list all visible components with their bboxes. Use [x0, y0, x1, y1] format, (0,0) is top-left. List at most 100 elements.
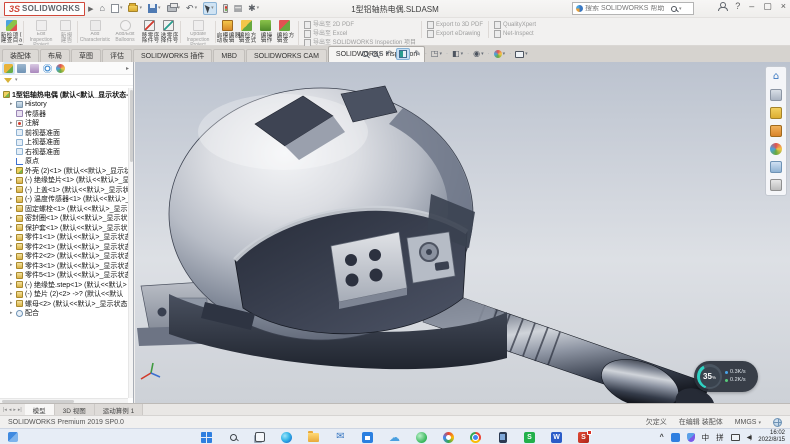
tree-item[interactable]: ▸零件3<1> (默认<<默认>_显示状态	[0, 261, 128, 271]
graphics-area[interactable]: ⌂ 35 % 0.3K/s 0.2K/s	[135, 62, 790, 403]
restore-button[interactable]: ▢	[763, 2, 772, 11]
display-style-icon[interactable]: ◧▾	[452, 50, 463, 58]
browser-360-icon[interactable]	[443, 432, 454, 443]
taskbar-clock[interactable]: 16:02 2022/8/15	[758, 430, 785, 444]
search-dropdown-caret[interactable]: ▾	[679, 6, 682, 12]
tab-mbd[interactable]: MBD	[213, 49, 245, 62]
tray-display-icon[interactable]	[731, 434, 740, 441]
zoom-to-area-icon[interactable]: ▾	[372, 51, 382, 57]
tree-item[interactable]: ▸(-) 绝缘垫.step<1> (默认<<默认>	[0, 280, 128, 290]
propertymanager-tab[interactable]	[17, 64, 26, 73]
qat-rebuild-icon[interactable]	[223, 4, 228, 13]
tab-model[interactable]: 模型	[25, 404, 55, 415]
taskpane-custom-properties-icon[interactable]	[770, 161, 782, 173]
globe-icon[interactable]	[773, 418, 782, 427]
phone-link-icon[interactable]	[497, 432, 508, 443]
ime-indicator[interactable]: 中	[702, 432, 710, 443]
featuremanager-tree-tab[interactable]	[4, 64, 13, 73]
tray-shield-icon[interactable]	[687, 433, 695, 442]
filter-icon[interactable]	[4, 78, 12, 83]
ribbon-edit-inspection-project-button[interactable]: Edit Inspection Project	[26, 19, 56, 45]
tree-item[interactable]: ▸(-) 温度传感器<1> (默认<<默认>_	[0, 195, 128, 205]
qat-select-icon[interactable]: ▾	[203, 2, 217, 15]
app-s-icon[interactable]: S	[524, 432, 535, 443]
units-selector[interactable]: MMGS▾	[735, 419, 761, 426]
widgets-icon[interactable]	[8, 432, 18, 442]
qat-open-icon[interactable]: ▾	[128, 5, 142, 12]
taskpane-view-palette-icon[interactable]	[770, 125, 782, 137]
export-3d-pdf-item[interactable]: Export to 3D PDF	[427, 21, 483, 29]
tab-solidworks-cam[interactable]: SOLIDWORKS CAM	[246, 49, 327, 62]
ribbon-add-characteristic-button[interactable]: Add Characteristic	[80, 19, 110, 45]
tab-sketch[interactable]: 草图	[71, 49, 101, 62]
tree-item[interactable]: 上视基准面	[0, 138, 128, 148]
net-inspect-item[interactable]: Net-Inspect	[494, 30, 536, 38]
section-view-icon[interactable]	[396, 48, 410, 60]
volume-icon[interactable]: ◀)	[747, 434, 752, 441]
model-3d-view[interactable]	[135, 62, 790, 403]
taskpane-design-library-icon[interactable]	[770, 89, 782, 101]
tab-evaluate[interactable]: 评估	[102, 49, 132, 62]
tree-item[interactable]: ▸零件5<1> (默认<<默认>_显示状态	[0, 271, 128, 281]
qat-welcome-icon[interactable]: ⌂	[100, 4, 105, 13]
panel-tab-overflow-icon[interactable]: ▸	[126, 65, 129, 72]
taskpane-home-icon[interactable]: ⌂	[770, 71, 782, 83]
wps-icon[interactable]: W	[551, 432, 562, 443]
tray-app-icon[interactable]	[671, 433, 680, 442]
solidworks-taskbar-icon[interactable]: S	[578, 432, 589, 443]
tree-item-mates[interactable]: ▸配合	[0, 309, 128, 319]
help-search-box[interactable]: ▾	[572, 2, 694, 15]
taskpane-forum-icon[interactable]	[770, 179, 782, 191]
previous-view-icon[interactable]: ↶	[386, 50, 393, 58]
qat-print-icon[interactable]: ▾	[167, 5, 181, 12]
tab-3d-views[interactable]: 3D 视图	[55, 404, 95, 415]
help-button[interactable]: ?	[735, 2, 740, 11]
qat-options-icon[interactable]: ✱▾	[248, 4, 259, 13]
doc-tab-nav-arrows[interactable]: |◂◂▸▸|	[0, 404, 25, 415]
tree-item[interactable]: ▸固定螺栓<1> (默认<<默认>_显示	[0, 204, 128, 214]
qat-save-icon[interactable]: ▾	[148, 4, 161, 13]
microsoft-store-icon[interactable]	[362, 432, 373, 443]
green-app-icon[interactable]	[416, 432, 427, 443]
search-icon[interactable]	[671, 6, 677, 12]
close-button[interactable]: ×	[781, 2, 786, 11]
tree-item[interactable]: ▸保护套<1> (默认<<默认>_显示状	[0, 223, 128, 233]
qualityxpert-item[interactable]: QualityXpert	[494, 21, 536, 29]
tab-motion-study[interactable]: 运动算例 1	[95, 404, 143, 415]
chrome-icon[interactable]	[470, 432, 481, 443]
tab-layout[interactable]: 布局	[40, 49, 70, 62]
ribbon-remove-balloons-button[interactable]: 移除零件序号	[140, 19, 159, 45]
tree-vertical-scrollbar[interactable]	[128, 88, 133, 398]
taskbar-search-icon[interactable]	[228, 432, 239, 443]
tree-root[interactable]: 1型铝轴热电偶 (默认<默认_显示状态-1>	[0, 90, 128, 100]
qat-new-icon[interactable]: ▾	[111, 4, 123, 13]
tree-item[interactable]: ▸密封圈<1> (默认<<默认>_显示状	[0, 214, 128, 224]
tree-item[interactable]: ▸零件2<2> (默认<<默认>_显示状态	[0, 252, 128, 262]
taskpane-file-explorer-icon[interactable]	[770, 107, 782, 119]
tree-item[interactable]: ▸History	[0, 100, 128, 110]
dimxpertmanager-tab[interactable]	[43, 64, 52, 73]
login-icon[interactable]	[717, 2, 726, 11]
tree-item[interactable]: 传感器	[0, 109, 128, 119]
tree-item[interactable]: ▸外壳 (2)<1> (默认<<默认>_显示状	[0, 166, 128, 176]
tree-item[interactable]: ▸(-) 绝缘垫片<1> (默认<<默认>_显	[0, 176, 128, 186]
dynamic-annotation-icon[interactable]: ✎	[414, 50, 421, 58]
tree-item[interactable]: ▸注解	[0, 119, 128, 129]
export-2d-pdf-item[interactable]: 导出至 2D PDF	[304, 21, 416, 29]
ribbon-edit-inspection-method-button[interactable]: 编辑检查方式	[237, 19, 256, 45]
ribbon-new-inspection-project-button[interactable]: 新建检查项目(amp;N)	[2, 19, 21, 45]
filter-caret[interactable]: ▾	[15, 77, 18, 83]
task-view-icon[interactable]	[255, 432, 265, 442]
zoom-to-fit-icon[interactable]	[362, 51, 368, 57]
tree-item[interactable]: ▸零件1<1> (默认<<默认>_显示状态	[0, 233, 128, 243]
file-explorer-icon[interactable]	[308, 432, 319, 443]
edge-browser-icon[interactable]	[281, 432, 292, 443]
tree-item[interactable]: 原点	[0, 157, 128, 167]
menu-flyout-arrow[interactable]: ▶	[88, 5, 93, 13]
view-orientation-icon[interactable]: ◳▾	[431, 50, 442, 58]
start-button-icon[interactable]	[201, 432, 212, 443]
tray-overflow-icon[interactable]: ^	[660, 434, 664, 441]
tree-item[interactable]: ▸零件2<1> (默认<<默认>_显示状态	[0, 242, 128, 252]
taskpane-appearances-icon[interactable]	[770, 143, 782, 155]
net-speed-widget[interactable]: 35 % 0.3K/s 0.2K/s	[694, 361, 758, 392]
